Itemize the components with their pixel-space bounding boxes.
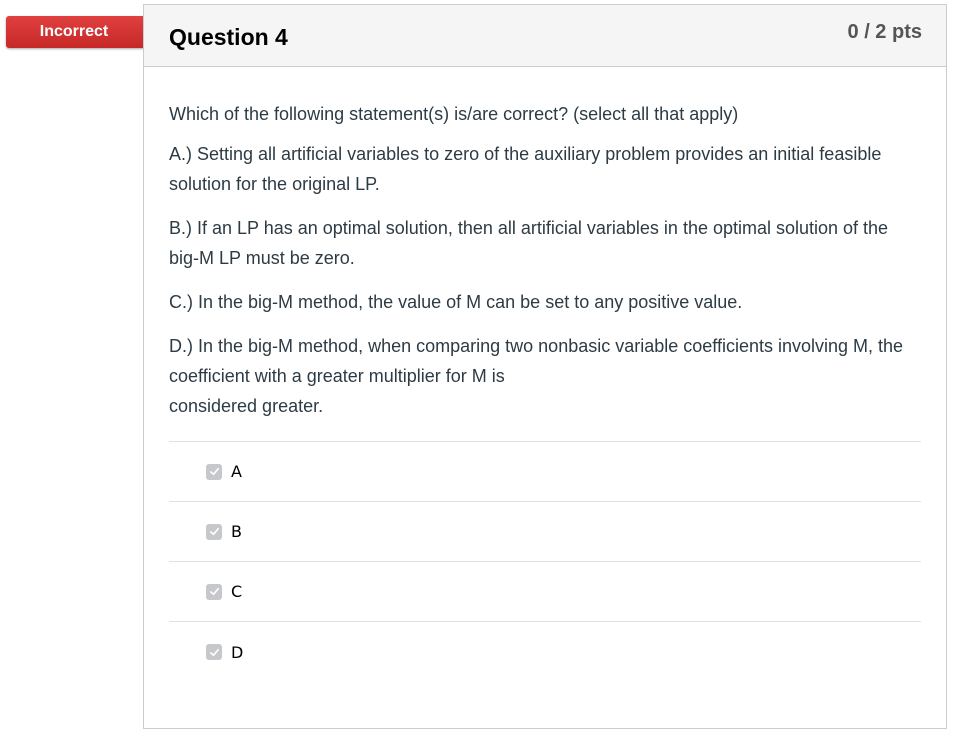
check-icon <box>209 587 219 596</box>
question-body: Which of the following statement(s) is/a… <box>144 67 946 682</box>
question-text: Which of the following statement(s) is/a… <box>169 99 921 421</box>
statement-d-continued: considered greater. <box>169 396 324 416</box>
answer-checkbox[interactable] <box>206 523 222 540</box>
answer-list: A B C D <box>169 441 921 682</box>
answer-checkbox[interactable] <box>206 583 222 600</box>
statement-d: D.) In the big-M method, when comparing … <box>169 336 904 386</box>
question-prompt: Which of the following statement(s) is/a… <box>169 104 739 124</box>
answer-checkbox[interactable] <box>206 463 222 480</box>
incorrect-badge-label: Incorrect <box>39 23 109 40</box>
check-icon <box>209 467 219 476</box>
incorrect-badge: Incorrect <box>6 16 166 48</box>
answer-checkbox[interactable] <box>206 644 222 660</box>
statement-a: A.) Setting all artificial variables to … <box>169 144 882 194</box>
answer-label: C <box>231 582 243 601</box>
answer-label: D <box>231 642 244 662</box>
answer-label: A <box>231 462 242 481</box>
statement-c: C.) In the big-M method, the value of M … <box>169 292 743 312</box>
question-title: Question 4 <box>169 24 288 50</box>
question-points: 0 / 2 pts <box>847 21 922 43</box>
answer-option-d[interactable]: D <box>169 622 921 682</box>
answer-option-b[interactable]: B <box>169 502 921 562</box>
question-card: Question 4 0 / 2 pts Which of the follow… <box>143 4 947 729</box>
question-header: Question 4 0 / 2 pts <box>144 5 946 67</box>
answer-option-c[interactable]: C <box>169 562 921 622</box>
answer-label: B <box>231 522 242 541</box>
check-icon <box>209 527 219 536</box>
statement-b: B.) If an LP has an optimal solution, th… <box>169 218 889 268</box>
answer-option-a[interactable]: A <box>169 442 921 502</box>
check-icon <box>209 648 219 656</box>
